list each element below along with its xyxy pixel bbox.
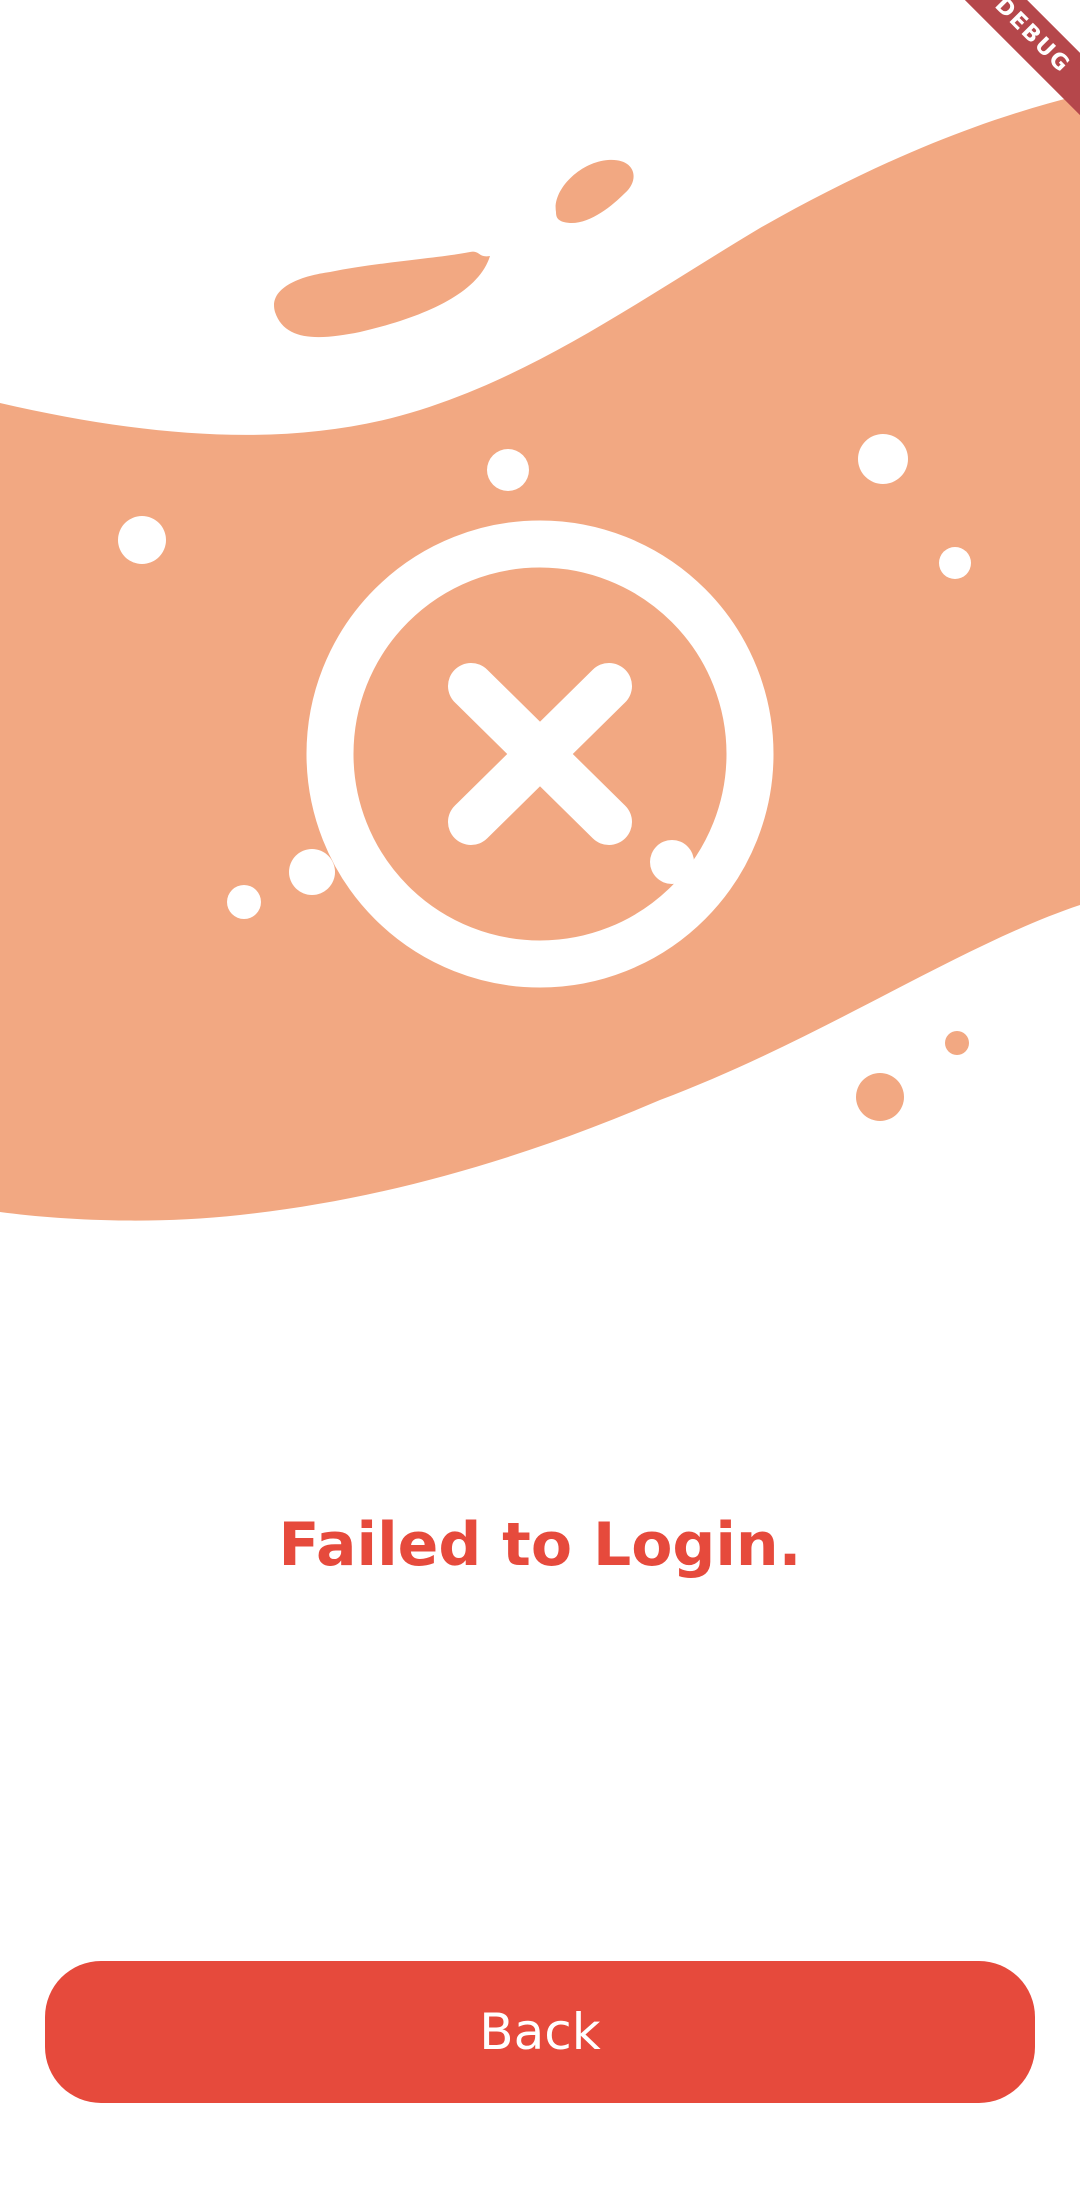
splash-dot [289,849,335,895]
splash-dot [945,1031,969,1055]
splash-blob [274,251,490,338]
splash-blob [555,159,634,224]
splash-dot [939,547,971,579]
debug-banner: DEBUG [940,0,1080,140]
debug-ribbon-label: DEBUG [940,0,1080,130]
wave-band [0,95,1080,1221]
login-failed-illustration [0,95,1080,1221]
back-button[interactable]: Back [45,1961,1035,2103]
login-failed-screen: DEBUG Failed to Login. Back [0,0,1080,2199]
back-button-label: Back [479,2003,601,2061]
splash-dot [856,1073,904,1121]
login-failed-message: Failed to Login. [278,1510,802,1580]
splash-dot [487,449,529,491]
splash-dot [227,885,261,919]
splash-dot [858,434,908,484]
splash-dot [118,516,166,564]
